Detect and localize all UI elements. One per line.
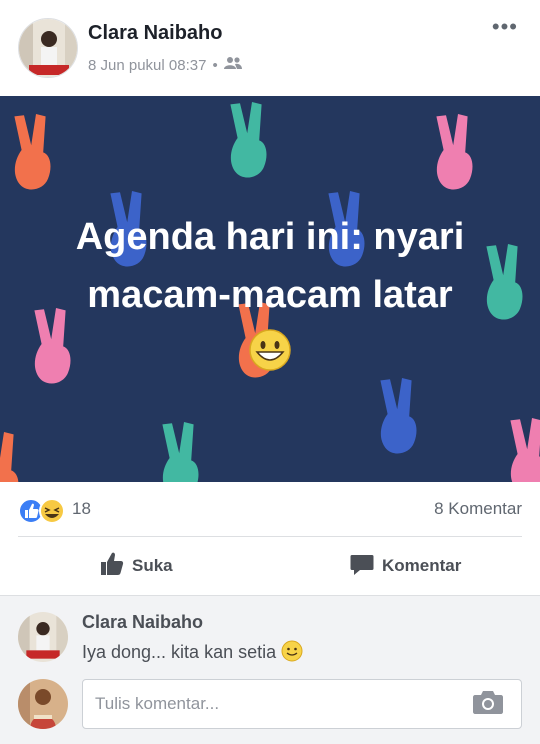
comment-input[interactable]	[82, 679, 522, 729]
comments-section: Clara Naibaho Iya dong... kita kan setia	[0, 595, 540, 744]
comment-label: Komentar	[382, 556, 462, 575]
comment-button[interactable]: Komentar	[350, 537, 461, 595]
hand-pink-1	[436, 114, 473, 190]
author-name[interactable]: Clara Naibaho	[88, 22, 222, 45]
like-button[interactable]: Suka	[100, 537, 173, 595]
comment-count-link[interactable]: 8 Komentar	[434, 499, 522, 519]
post-meta: 8 Jun pukul 08:37 •	[88, 56, 242, 74]
hand-blue-3	[380, 378, 417, 454]
more-options-button[interactable]: •••	[492, 14, 518, 40]
friends-icon	[223, 56, 242, 74]
speech-bubble-icon	[350, 552, 374, 581]
commenter-avatar[interactable]	[18, 612, 68, 662]
post-background: Agenda hari ini: nyari macam-macam latar	[0, 96, 540, 482]
comment-body: Iya dong... kita kan setia	[82, 642, 277, 662]
post-text: Agenda hari ini: nyari macam-macam latar	[20, 208, 520, 378]
like-label: Suka	[132, 556, 173, 575]
grinning-face-emoji	[20, 324, 520, 378]
author-avatar[interactable]	[18, 18, 78, 78]
hand-orange-1	[14, 114, 51, 190]
hand-pink-3	[510, 418, 540, 482]
comment-author[interactable]: Clara Naibaho	[82, 612, 203, 633]
hand-teal-1	[230, 102, 267, 178]
slightly-smiling-face-emoji	[281, 640, 303, 662]
post-timestamp[interactable]: 8 Jun pukul 08:37	[88, 57, 206, 74]
meta-separator: •	[212, 56, 218, 74]
camera-icon[interactable]	[472, 688, 504, 721]
post-text-line-2: macam-macam latar	[87, 274, 453, 316]
hand-orange-3	[0, 432, 19, 482]
post-text-line-1: Agenda hari ini: nyari	[75, 216, 465, 258]
thumbs-up-icon	[100, 552, 124, 581]
reactions-bar: 18 8 Komentar	[0, 482, 540, 536]
post-header: Clara Naibaho 8 Jun pukul 08:37 • •••	[0, 0, 540, 96]
current-user-avatar[interactable]	[18, 679, 68, 729]
reaction-icons[interactable]	[18, 498, 68, 524]
hand-teal-3	[162, 422, 199, 482]
comment-text: Iya dong... kita kan setia	[82, 640, 303, 663]
reaction-count[interactable]: 18	[72, 499, 91, 519]
haha-reaction-icon	[39, 498, 65, 524]
post-actions: Suka Komentar	[0, 537, 540, 595]
